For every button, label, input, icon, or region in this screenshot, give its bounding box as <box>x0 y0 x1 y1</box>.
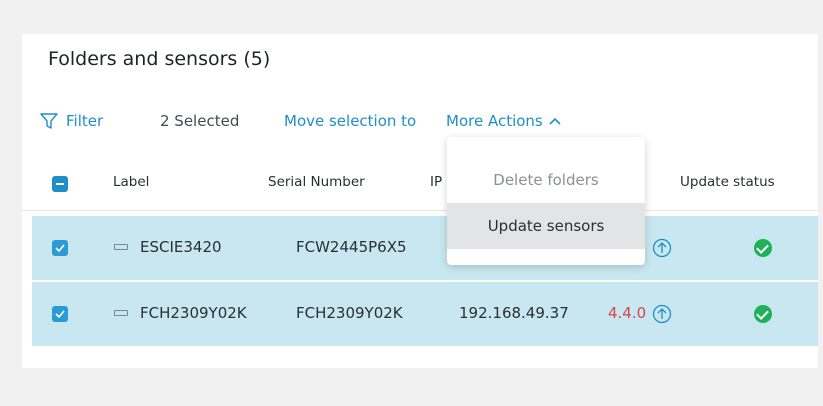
filter-icon <box>40 113 58 129</box>
row-checkbox[interactable] <box>52 306 68 322</box>
row-serial: FCH2309Y02K <box>296 304 403 322</box>
column-header-update-status: Update status <box>680 174 775 190</box>
menu-item-update-sensors[interactable]: Update sensors <box>447 203 645 249</box>
column-header-serial: Serial Number <box>268 174 365 190</box>
header-divider <box>22 210 818 211</box>
status-ok-icon <box>754 239 772 257</box>
select-all-checkbox[interactable] <box>52 176 68 192</box>
row-checkbox[interactable] <box>52 240 68 256</box>
row-version: 4.4.0 <box>608 304 647 322</box>
filter-button[interactable]: Filter <box>40 111 103 131</box>
column-header-ip: IP <box>430 174 443 190</box>
row-serial: FCW2445P6X5 <box>296 238 407 256</box>
more-actions-label: More Actions <box>446 112 543 130</box>
row-label: FCH2309Y02K <box>140 304 247 322</box>
table-row[interactable]: ESCIE3420 FCW2445P6X5 <box>32 216 818 280</box>
row-label: ESCIE3420 <box>140 238 222 256</box>
check-icon <box>55 310 65 319</box>
sensor-icon <box>114 310 128 316</box>
more-actions-button[interactable]: More Actions <box>446 111 561 131</box>
menu-item-delete-folders[interactable]: Delete folders <box>447 157 645 203</box>
row-ip: 192.168.49.37 <box>459 304 569 322</box>
panel-title: Folders and sensors (5) <box>48 48 271 70</box>
chevron-up-icon <box>549 117 561 125</box>
sensor-icon <box>114 244 128 250</box>
upgrade-arrow-icon[interactable] <box>652 304 672 324</box>
check-icon <box>55 244 65 253</box>
selected-count: 2 Selected <box>160 112 240 130</box>
folders-sensors-panel: Folders and sensors (5) Filter 2 Selecte… <box>22 34 818 368</box>
filter-label: Filter <box>66 112 104 130</box>
more-actions-dropdown: Delete folders Update sensors <box>447 137 645 265</box>
upgrade-arrow-icon[interactable] <box>652 238 672 258</box>
column-header-label: Label <box>113 174 150 190</box>
move-selection-button[interactable]: Move selection to <box>284 111 416 131</box>
table-header: Label Serial Number IP Update status <box>22 164 818 210</box>
status-ok-icon <box>754 305 772 323</box>
table-row[interactable]: FCH2309Y02K FCH2309Y02K 192.168.49.37 4.… <box>32 282 818 346</box>
